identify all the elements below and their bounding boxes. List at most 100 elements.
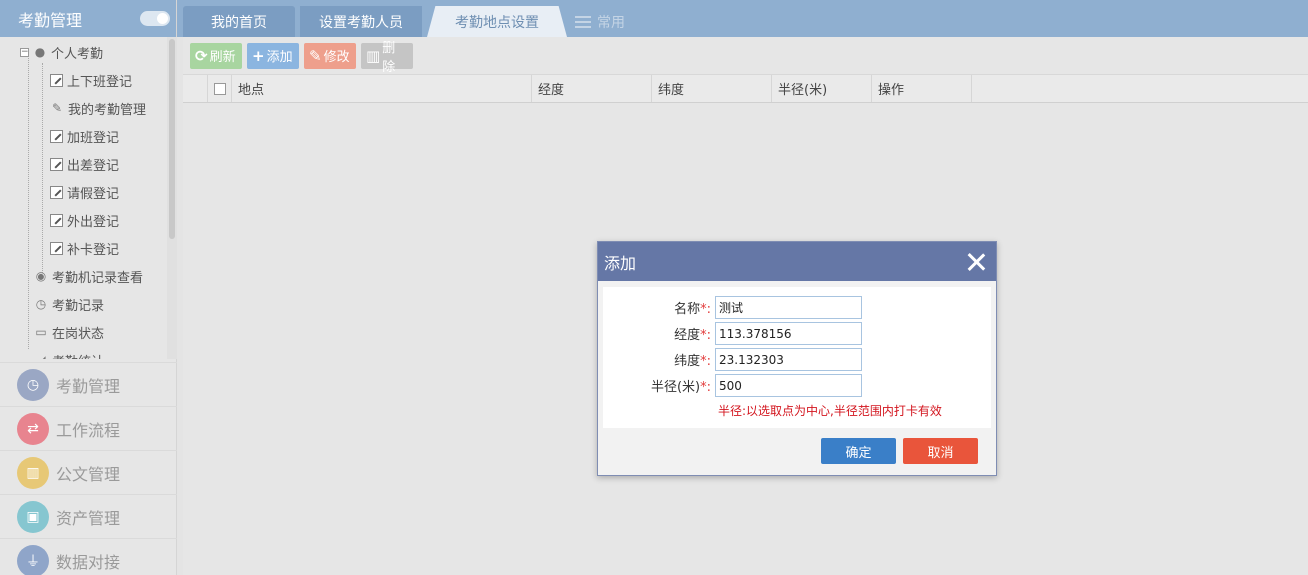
document-icon: ▥	[17, 456, 49, 489]
tree-item-label: 加班登记	[67, 130, 120, 146]
asset-icon: ▣	[17, 500, 49, 533]
tree-item-my-attendance[interactable]: ✎ 我的考勤管理	[50, 97, 146, 119]
form-row-latitude: 纬度*:	[603, 348, 862, 371]
tree-item-makeup[interactable]: 补卡登记	[50, 237, 119, 259]
module-label: 资产管理	[56, 508, 121, 528]
tree-item-records[interactable]: ◷ 考勤记录	[34, 293, 104, 315]
tree-item-label: 上下班登记	[67, 74, 133, 90]
dialog-form: 名称*: 经度*: 纬度*: 半径(米)*: 半径:以选取点为中心,半径范围内打…	[603, 287, 991, 428]
tab-set-attendance-people[interactable]: 设置考勤人员	[300, 6, 422, 37]
dialog-titlebar[interactable]: 添加	[598, 242, 996, 281]
tab-attendance-location[interactable]: 考勤地点设置	[427, 6, 567, 37]
flow-icon: ⇄	[17, 412, 49, 445]
pencil-icon: ✎	[309, 46, 322, 65]
longitude-field[interactable]	[715, 322, 862, 345]
tree-item-label: 考勤机记录查看	[52, 270, 144, 286]
edit-button[interactable]: ✎ 修改	[304, 42, 356, 69]
sidebar-title: 考勤管理	[18, 10, 83, 30]
refresh-icon: ⟳	[195, 46, 208, 65]
column-header-longitude[interactable]: 经度	[532, 75, 652, 102]
collapse-icon[interactable]: −	[20, 47, 29, 57]
edit-icon	[50, 157, 63, 171]
radius-hint: 半径:以选取点为中心,半径范围内打卡有效	[718, 404, 942, 418]
pencil-icon: ✎	[51, 101, 63, 115]
module-label: 公文管理	[56, 464, 121, 484]
edit-label: 修改	[323, 50, 350, 65]
menu-icon	[575, 15, 591, 28]
name-field[interactable]	[715, 296, 862, 319]
card-icon: ▭	[35, 325, 47, 339]
plus-icon: +	[252, 46, 265, 65]
refresh-button[interactable]: ⟳ 刷新	[190, 42, 242, 69]
column-header-radius[interactable]: 半径(米)	[772, 75, 872, 102]
module-label: 数据对接	[56, 552, 121, 572]
tree-scrollbar[interactable]	[167, 37, 177, 359]
tab-home[interactable]: 我的首页	[183, 6, 295, 37]
tree-item-machine-records[interactable]: ◉ 考勤机记录查看	[34, 265, 143, 287]
tree-item-label: 补卡登记	[67, 242, 120, 258]
tab-label: 常用	[597, 14, 625, 31]
sidebar-header: 考勤管理	[0, 0, 176, 37]
tree-item-leave[interactable]: 请假登记	[50, 181, 119, 203]
latitude-field[interactable]	[715, 348, 862, 371]
edit-icon	[50, 129, 63, 143]
chart-icon: ◢	[34, 353, 48, 359]
module-assets[interactable]: ▣ 资产管理	[0, 494, 177, 538]
close-icon[interactable]	[966, 252, 986, 272]
tree-item-business-trip[interactable]: 出差登记	[50, 153, 119, 175]
clock-icon: ◷	[35, 297, 47, 311]
sidebar-tree: − ● 个人考勤 上下班登记 ✎ 我的考勤管理 加班登记 出差登记 请假登记 外…	[0, 37, 177, 359]
form-row-radius: 半径(米)*:	[603, 374, 862, 397]
tree-node-personal[interactable]: − ● 个人考勤	[20, 41, 103, 63]
tree-item-label: 我的考勤管理	[68, 102, 147, 118]
module-attendance[interactable]: ◷ 考勤管理	[0, 362, 177, 406]
add-label: 添加	[266, 50, 293, 65]
module-workflow[interactable]: ⇄ 工作流程	[0, 406, 177, 450]
select-all-cell	[208, 75, 232, 102]
longitude-label: 经度*:	[674, 328, 711, 343]
form-row-longitude: 经度*:	[603, 322, 862, 345]
tree-node-label: 个人考勤	[51, 46, 104, 62]
edit-icon	[50, 213, 63, 227]
select-all-checkbox[interactable]	[213, 82, 226, 95]
tree-item-label: 外出登记	[67, 214, 120, 230]
edit-icon	[50, 185, 63, 199]
tab-common[interactable]: 常用	[575, 6, 639, 37]
delete-button[interactable]: ▥ 删除	[361, 41, 413, 75]
tree-scrollbar-thumb[interactable]	[169, 39, 175, 239]
tree-item-label: 在岗状态	[52, 326, 105, 342]
radius-field[interactable]	[715, 374, 862, 397]
tree-item-on-duty[interactable]: ▭ 在岗状态	[34, 321, 104, 343]
confirm-button[interactable]: 确定	[821, 438, 896, 464]
row-number-header	[183, 75, 208, 102]
tree-item-overtime[interactable]: 加班登记	[50, 125, 119, 147]
form-row-name: 名称*:	[603, 296, 862, 319]
tab-label: 我的首页	[211, 14, 267, 31]
add-button[interactable]: + 添加	[247, 42, 299, 69]
toolbar: ⟳ 刷新 + 添加 ✎ 修改 ▥ 删除	[183, 37, 1308, 75]
latitude-label: 纬度*:	[674, 354, 711, 369]
dialog-title: 添加	[604, 253, 637, 273]
trash-icon: ▥	[366, 46, 381, 65]
tree-item-outing[interactable]: 外出登记	[50, 209, 119, 231]
module-label: 考勤管理	[56, 376, 121, 396]
cancel-button[interactable]: 取消	[903, 438, 978, 464]
add-dialog: 添加 名称*: 经度*: 纬度*: 半径(米)*: 半径:以选取点为中心,半径范…	[597, 241, 997, 476]
column-header-latitude[interactable]: 纬度	[652, 75, 772, 102]
clock-icon: ◷	[17, 368, 49, 401]
tab-label: 考勤地点设置	[455, 14, 539, 31]
tab-label: 设置考勤人员	[319, 14, 403, 31]
column-header-operation[interactable]: 操作	[872, 75, 972, 102]
tree-item-label: 考勤统计	[52, 351, 104, 360]
edit-icon	[50, 241, 63, 255]
column-header-place[interactable]: 地点	[232, 75, 532, 102]
tree-item-checkin[interactable]: 上下班登记	[50, 69, 132, 91]
sidebar-toggle[interactable]	[140, 11, 170, 26]
module-documents[interactable]: ▥ 公文管理	[0, 450, 177, 494]
plug-icon: ⏚	[17, 544, 49, 575]
tree-item-statistics[interactable]: ◢ 考勤统计	[34, 349, 104, 359]
refresh-label: 刷新	[209, 50, 236, 65]
delete-label: 删除	[382, 40, 396, 75]
user-icon: ●	[34, 45, 46, 59]
module-data-integration[interactable]: ⏚ 数据对接	[0, 538, 177, 575]
